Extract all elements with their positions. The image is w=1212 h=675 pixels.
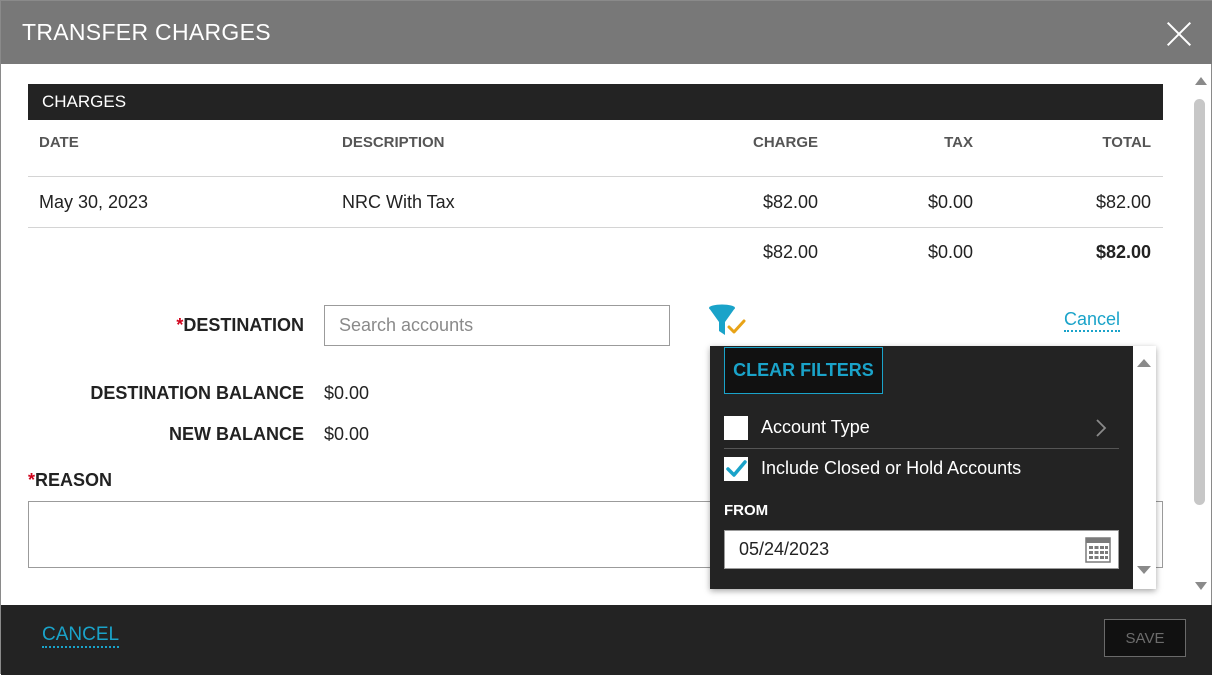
- header-divider: [28, 176, 1163, 177]
- scroll-down-arrow-icon[interactable]: [1195, 582, 1207, 590]
- dialog-footer: CANCEL SAVE: [1, 605, 1212, 675]
- reason-label: *REASON: [28, 470, 113, 490]
- scroll-up-arrow-icon[interactable]: [1195, 77, 1207, 85]
- account-type-checkbox[interactable]: [724, 416, 748, 440]
- row-total: $82.00: [1095, 192, 1151, 212]
- row-tax: $0.00: [927, 192, 973, 212]
- cancel-button[interactable]: CANCEL: [42, 624, 120, 648]
- include-closed-checkbox[interactable]: [724, 457, 748, 481]
- grand-total: $82.00: [1095, 242, 1151, 262]
- filter-option-account-type[interactable]: Account Type: [724, 408, 1119, 446]
- destination-balance-value: $0.00: [324, 383, 370, 403]
- column-header-description: DESCRIPTION: [342, 134, 445, 151]
- filter-option-label: Account Type: [761, 417, 870, 437]
- row-charge: $82.00: [762, 192, 818, 212]
- filter-popup-scrollbar[interactable]: [1133, 346, 1156, 589]
- close-icon[interactable]: [1164, 19, 1194, 49]
- filter-option-include-closed[interactable]: Include Closed or Hold Accounts: [724, 449, 1119, 487]
- row-divider: [28, 227, 1163, 228]
- calendar-icon[interactable]: [1085, 537, 1111, 563]
- filter-option-label: Include Closed or Hold Accounts: [761, 458, 1022, 478]
- new-balance-label: NEW BALANCE: [169, 424, 304, 444]
- dialog-scrollbar[interactable]: [1189, 71, 1211, 601]
- clear-filters-button[interactable]: CLEAR FILTERS: [724, 347, 883, 394]
- search-accounts-input[interactable]: [324, 305, 670, 346]
- checkmark-icon: [726, 460, 747, 477]
- column-header-total: TOTAL: [1102, 134, 1151, 151]
- dialog-titlebar: TRANSFER CHARGES: [1, 1, 1212, 64]
- row-date: May 30, 2023: [39, 192, 149, 212]
- popup-scroll-up-icon[interactable]: [1137, 359, 1151, 367]
- save-button[interactable]: SAVE: [1104, 619, 1186, 657]
- charges-section-header: CHARGES: [28, 84, 1163, 120]
- new-balance-value: $0.00: [324, 424, 370, 444]
- destination-label: *DESTINATION: [176, 315, 304, 335]
- column-header-charge: CHARGE: [752, 134, 818, 151]
- filter-popup: CLEAR FILTERS Account Type Include Close…: [710, 346, 1156, 589]
- total-tax: $0.00: [927, 242, 973, 262]
- chevron-right-icon[interactable]: [1090, 417, 1112, 439]
- destination-cancel-link[interactable]: Cancel: [1064, 308, 1121, 332]
- filter-icon[interactable]: [707, 303, 749, 339]
- charges-section-title: CHARGES: [42, 92, 127, 111]
- column-header-date: DATE: [39, 134, 79, 151]
- total-charge: $82.00: [762, 242, 818, 262]
- column-header-tax: TAX: [944, 134, 973, 151]
- popup-scroll-down-icon[interactable]: [1137, 566, 1151, 574]
- destination-balance-label: DESTINATION BALANCE: [90, 383, 304, 403]
- from-date-input[interactable]: [724, 530, 1119, 569]
- scrollbar-thumb[interactable]: [1194, 99, 1205, 505]
- from-date-label: FROM: [724, 502, 769, 519]
- dialog-title: TRANSFER CHARGES: [22, 19, 271, 45]
- row-description: NRC With Tax: [342, 192, 455, 212]
- transfer-charges-dialog: TRANSFER CHARGES CHARGES DATE DESCRIPTIO…: [0, 0, 1212, 675]
